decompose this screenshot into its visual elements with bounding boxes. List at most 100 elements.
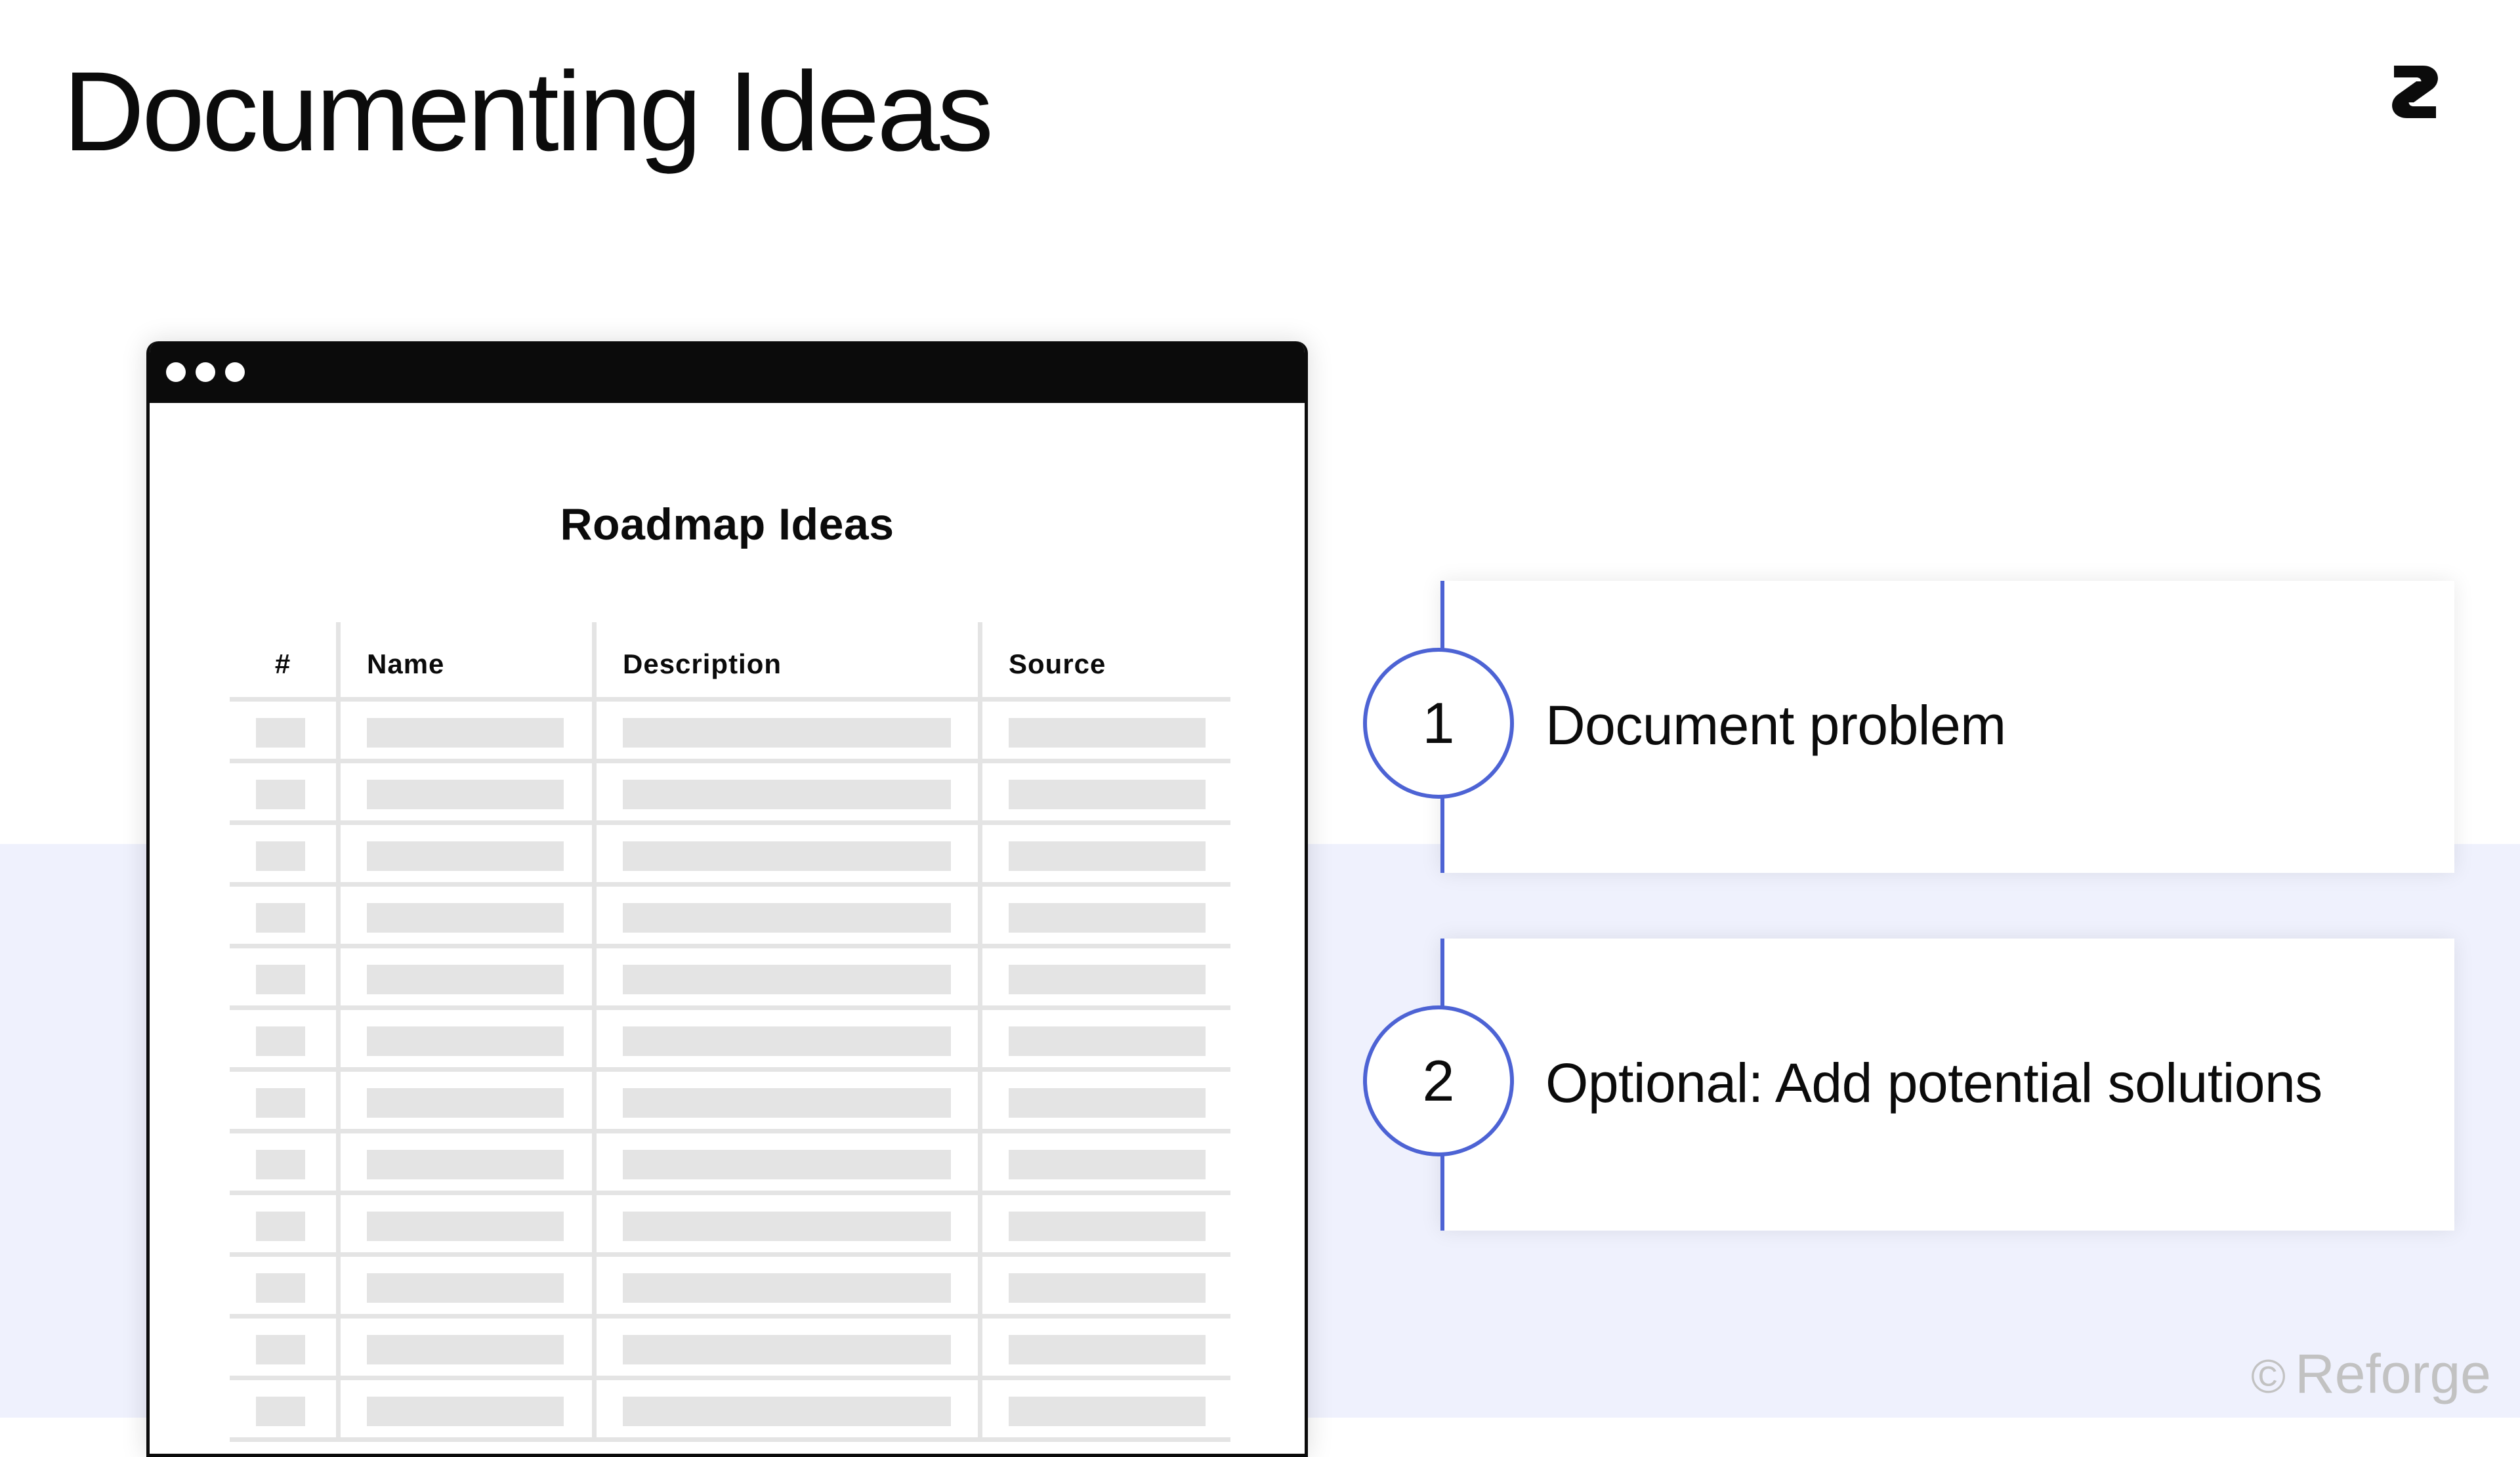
table-cell [978, 763, 1230, 820]
table-header-cell: Description [592, 622, 978, 697]
placeholder-bar [367, 1273, 564, 1303]
table-cell [592, 1319, 978, 1376]
table-body [230, 702, 1230, 1442]
step-number-badge: 2 [1363, 1005, 1514, 1156]
table-row [230, 825, 1230, 887]
table-cell [592, 1010, 978, 1067]
table-header-cell: Name [336, 622, 592, 697]
placeholder-bar [623, 841, 951, 871]
table-cell [978, 1133, 1230, 1191]
placeholder-bar [256, 1088, 305, 1118]
placeholder-bar [1009, 1026, 1206, 1056]
table-header-cell: Source [978, 622, 1230, 697]
placeholder-bar [256, 1150, 305, 1179]
table-cell [978, 702, 1230, 759]
table-cell [230, 948, 336, 1005]
table-cell [592, 825, 978, 882]
table-cell [978, 1319, 1230, 1376]
placeholder-bar [367, 965, 564, 994]
footer-brand: Reforge [2295, 1343, 2491, 1404]
table-cell [230, 1319, 336, 1376]
placeholder-bar [256, 1273, 305, 1303]
table-row [230, 702, 1230, 763]
placeholder-bar [367, 1397, 564, 1426]
column-header-name: Name [367, 648, 445, 679]
table-cell [592, 1380, 978, 1437]
placeholder-bar [623, 965, 951, 994]
placeholder-bar [623, 780, 951, 809]
table-header-row: # Name Description Source [230, 622, 1230, 702]
placeholder-bar [623, 1150, 951, 1179]
placeholder-bar [367, 1335, 564, 1364]
table-row [230, 763, 1230, 825]
table-cell [336, 948, 592, 1005]
placeholder-bar [256, 965, 305, 994]
placeholder-bar [256, 780, 305, 809]
ideas-table: # Name Description Source [230, 622, 1230, 1442]
copyright-symbol: © [2251, 1351, 2286, 1403]
column-header-description: Description [623, 648, 782, 679]
placeholder-bar [1009, 965, 1206, 994]
copyright-footer: © Reforge [2251, 1342, 2491, 1406]
table-cell [336, 825, 592, 882]
placeholder-bar [623, 903, 951, 933]
placeholder-bar [1009, 780, 1206, 809]
step-card: 1 Document problem [1363, 581, 2454, 873]
table-cell [230, 825, 336, 882]
table-cell [978, 887, 1230, 944]
table-row [230, 948, 1230, 1010]
table-cell [978, 1380, 1230, 1437]
placeholder-bar [1009, 1335, 1206, 1364]
table-cell [592, 1195, 978, 1252]
table-cell [336, 1195, 592, 1252]
placeholder-bar [623, 1335, 951, 1364]
window-dot-3 [225, 362, 245, 382]
table-cell [978, 948, 1230, 1005]
table-row [230, 1133, 1230, 1195]
step-label: Optional: Add potential solutions [1545, 1052, 2322, 1114]
document-title: Roadmap Ideas [560, 499, 894, 549]
table-cell [978, 1195, 1230, 1252]
table-cell [336, 1010, 592, 1067]
placeholder-bar [367, 1150, 564, 1179]
table-cell [336, 887, 592, 944]
app-window-mockup: Roadmap Ideas # Name Description Source [146, 341, 1308, 1457]
window-title-bar [150, 341, 1305, 403]
placeholder-bar [1009, 903, 1206, 933]
placeholder-bar [367, 903, 564, 933]
table-cell [336, 763, 592, 820]
table-row [230, 887, 1230, 948]
table-cell [230, 1133, 336, 1191]
table-cell [336, 702, 592, 759]
column-header-number: # [274, 648, 291, 679]
table-cell [230, 1380, 336, 1437]
step-label: Document problem [1545, 694, 2006, 756]
table-cell [978, 1010, 1230, 1067]
table-row [230, 1010, 1230, 1072]
placeholder-bar [1009, 1088, 1206, 1118]
placeholder-bar [1009, 718, 1206, 748]
placeholder-bar [367, 1026, 564, 1056]
table-header-cell: # [230, 622, 336, 697]
table-cell [230, 887, 336, 944]
table-cell [336, 1257, 592, 1314]
table-cell [336, 1380, 592, 1437]
window-dot-2 [196, 362, 215, 382]
placeholder-bar [367, 1212, 564, 1241]
placeholder-bar [256, 1026, 305, 1056]
placeholder-bar [1009, 841, 1206, 871]
table-cell [592, 702, 978, 759]
table-cell [336, 1133, 592, 1191]
placeholder-bar [256, 1212, 305, 1241]
placeholder-bar [367, 718, 564, 748]
placeholder-bar [1009, 1273, 1206, 1303]
table-cell [978, 1257, 1230, 1314]
table-row [230, 1195, 1230, 1257]
table-cell [230, 1195, 336, 1252]
placeholder-bar [367, 780, 564, 809]
slide-title: Documenting Ideas [63, 49, 994, 175]
table-cell [592, 948, 978, 1005]
placeholder-bar [623, 1212, 951, 1241]
column-header-source: Source [1009, 648, 1106, 679]
placeholder-bar [256, 903, 305, 933]
